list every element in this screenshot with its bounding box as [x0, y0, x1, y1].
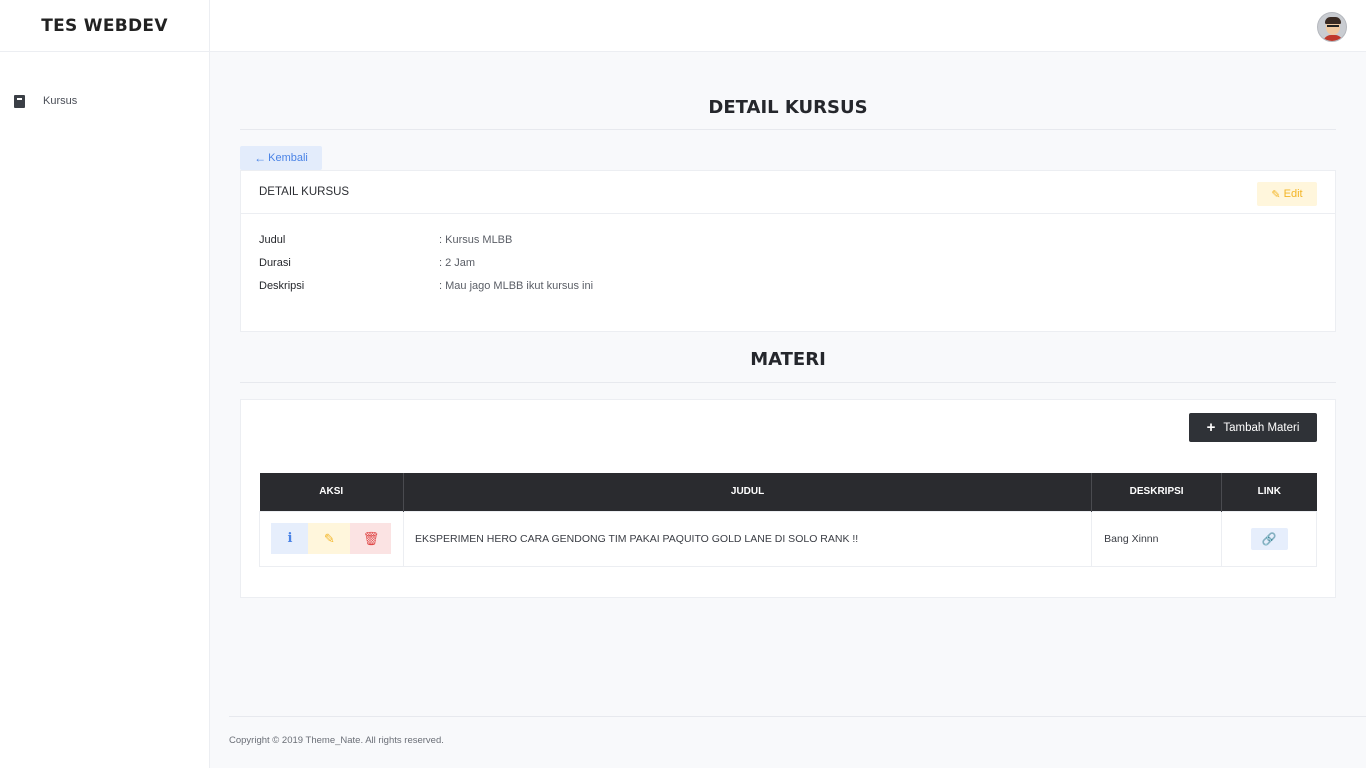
sidebar-item-label: Kursus: [43, 95, 78, 107]
materi-title: MATERI: [750, 349, 826, 370]
link-cell: 🔗: [1221, 510, 1317, 567]
detail-card: DETAIL KURSUS ✎ Edit Judul : Kursus MLBB…: [240, 170, 1336, 332]
avatar-hair: [1325, 17, 1341, 24]
materi-table: AKSI JUDUL DESKRIPSI LINK i ✎ 🗑 EKSPERIM…: [259, 473, 1317, 567]
add-materi-label: Tambah Materi: [1223, 421, 1300, 434]
detail-key: Judul: [259, 233, 286, 246]
plus-icon: +: [1206, 419, 1216, 436]
trash-icon: 🗑: [362, 530, 380, 546]
sidebar: TES WEBDEV Kursus: [0, 0, 210, 768]
detail-card-header: DETAIL KURSUS ✎ Edit: [241, 171, 1335, 214]
link-button[interactable]: 🔗: [1250, 527, 1288, 550]
back-button-label: Kembali: [268, 152, 308, 164]
table-row: i ✎ 🗑 EKSPERIMEN HERO CARA GENDONG TIM P…: [259, 510, 1317, 567]
edit-button[interactable]: ✎ Edit: [1257, 182, 1317, 206]
detail-key: Deskripsi: [259, 279, 305, 292]
detail-list: Judul : Kursus MLBB Durasi : 2 Jam Deskr…: [241, 214, 1335, 297]
info-button[interactable]: i: [271, 523, 309, 554]
sidebar-item-kursus[interactable]: Kursus: [0, 88, 209, 114]
edit-button-label: Edit: [1283, 188, 1303, 200]
edit-row-button[interactable]: ✎: [308, 523, 351, 554]
add-materi-button[interactable]: + Tambah Materi: [1189, 413, 1317, 442]
materi-card: + Tambah Materi AKSI JUDUL DESKRIPSI LIN…: [240, 399, 1336, 598]
back-button[interactable]: ← Kembali: [240, 146, 322, 170]
detail-value: : Mau jago MLBB ikut kursus ini: [439, 279, 594, 292]
link-icon: 🔗: [1261, 531, 1277, 546]
column-header-link: LINK: [1221, 473, 1317, 511]
column-header-judul: JUDUL: [403, 473, 1093, 511]
detail-key: Durasi: [259, 256, 291, 269]
title-divider: [240, 129, 1336, 130]
brand-logo[interactable]: TES WEBDEV: [0, 0, 209, 52]
user-avatar[interactable]: [1317, 12, 1347, 42]
topbar: [210, 0, 1366, 52]
table-header-row: AKSI JUDUL DESKRIPSI LINK: [259, 473, 1317, 511]
detail-value: : Kursus MLBB: [439, 233, 513, 246]
page-title: DETAIL KURSUS: [708, 97, 868, 118]
footer: Copyright © 2019 Theme_Nate. All rights …: [229, 735, 444, 746]
book-icon: [14, 94, 25, 108]
actions-cell: i ✎ 🗑: [259, 510, 404, 567]
avatar-glasses: [1327, 25, 1339, 28]
detail-row-deskripsi: Deskripsi : Mau jago MLBB ikut kursus in…: [241, 274, 1335, 297]
judul-cell: EKSPERIMEN HERO CARA GENDONG TIM PAKAI P…: [402, 510, 1093, 567]
detail-value: : 2 Jam: [439, 256, 476, 269]
action-group: i ✎ 🗑: [271, 523, 392, 554]
column-header-deskripsi: DESKRIPSI: [1091, 473, 1223, 511]
info-icon: i: [287, 531, 293, 546]
detail-card-title: DETAIL KURSUS: [259, 186, 350, 198]
footer-divider: [229, 716, 1366, 717]
detail-row-durasi: Durasi : 2 Jam: [241, 251, 1335, 274]
detail-row-judul: Judul : Kursus MLBB: [241, 228, 1335, 251]
arrow-left-icon: ←: [254, 151, 267, 165]
edit-icon: ✎: [1271, 188, 1281, 201]
avatar-body: [1323, 35, 1343, 41]
column-header-aksi: AKSI: [259, 473, 404, 511]
materi-divider: [240, 382, 1336, 383]
edit-icon: ✎: [324, 530, 335, 546]
deskripsi-cell: Bang Xinnn: [1091, 510, 1223, 567]
delete-button[interactable]: 🗑: [350, 523, 392, 554]
